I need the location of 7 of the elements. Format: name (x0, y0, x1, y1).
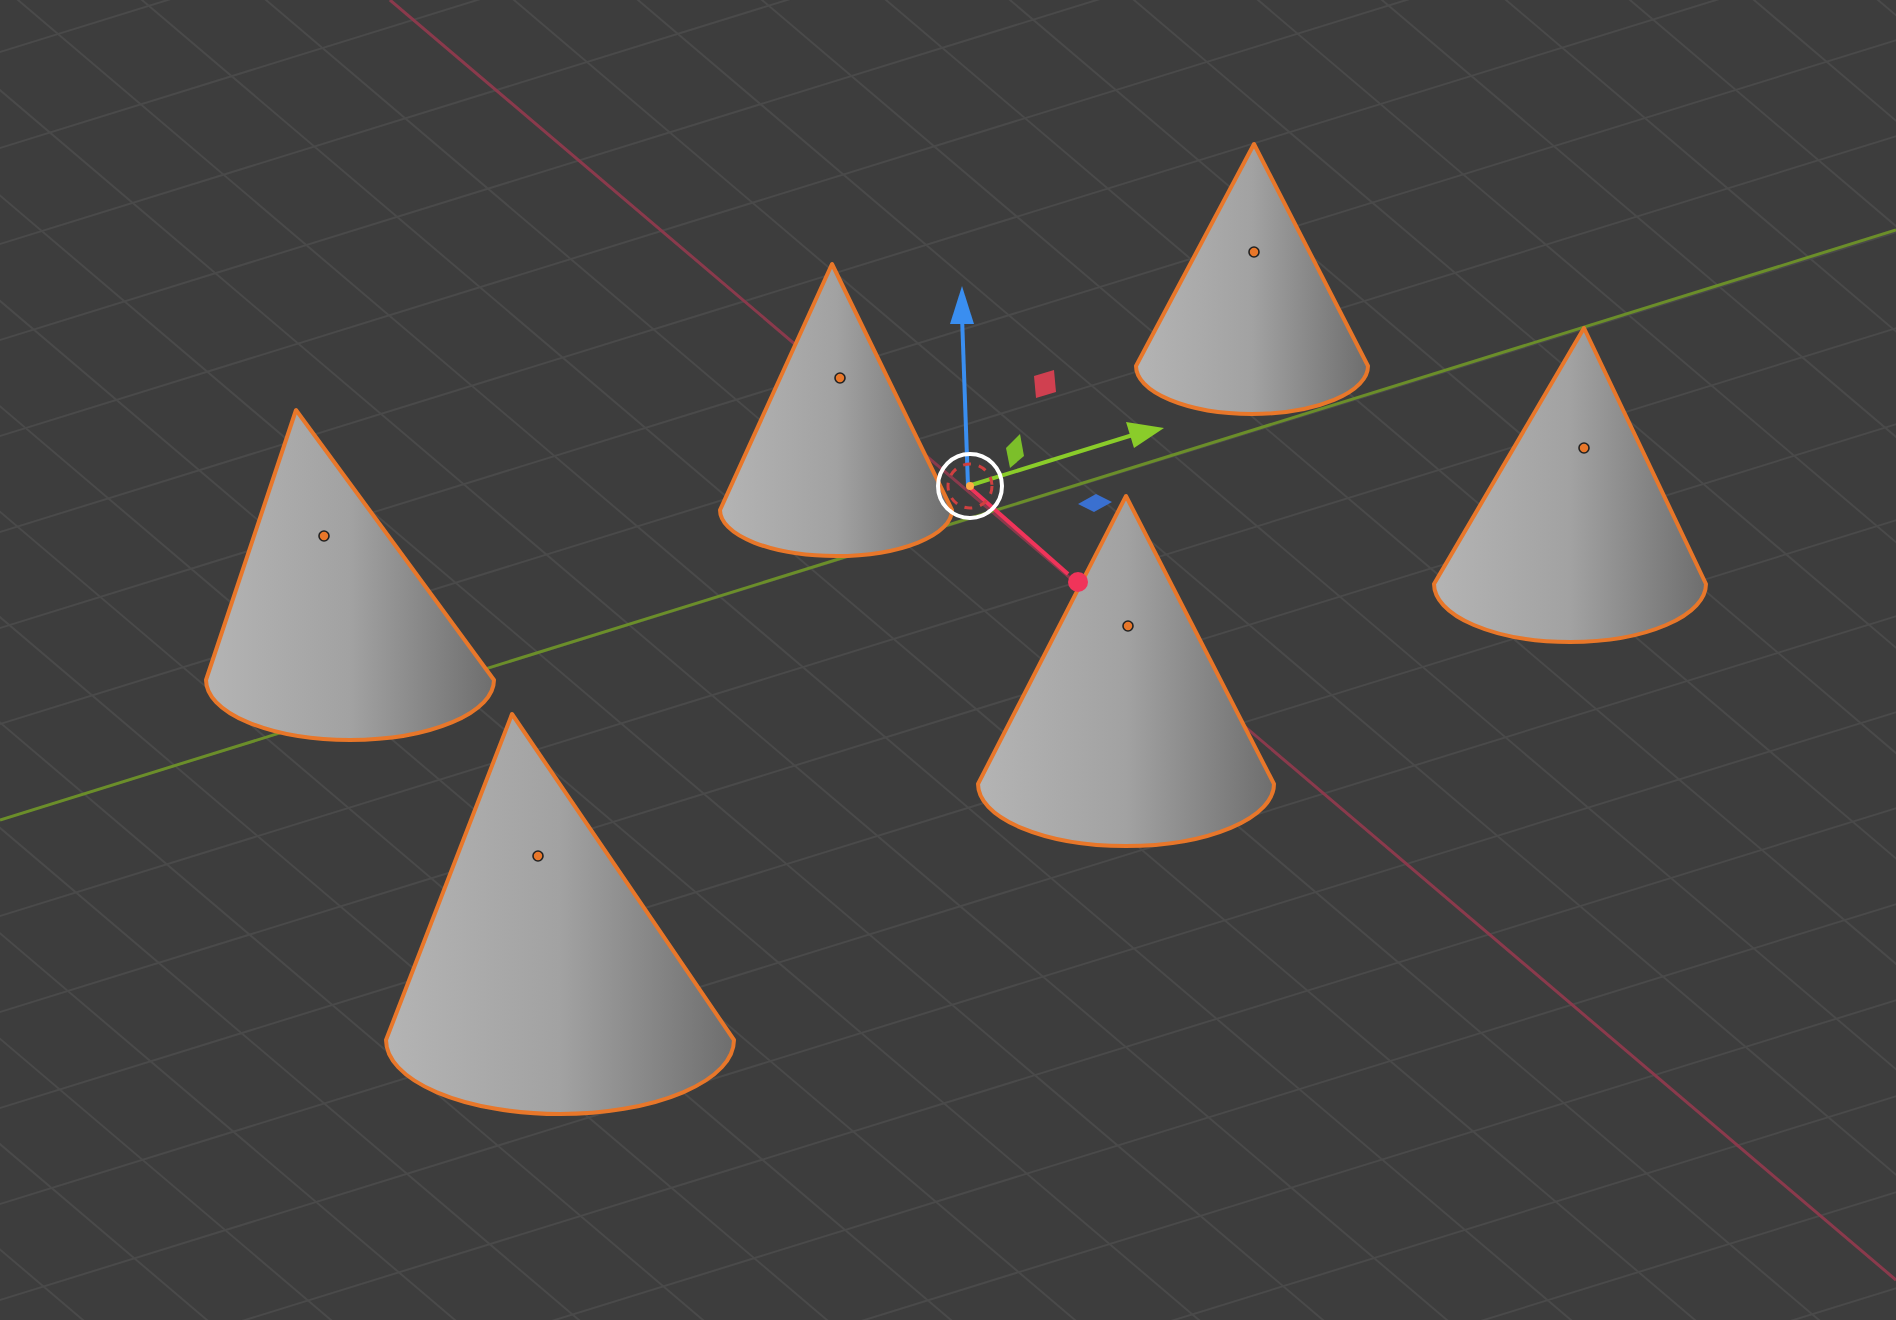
cone-object[interactable] (384, 712, 736, 1116)
cone-object[interactable] (1134, 142, 1370, 416)
transform-gizmo-drawing[interactable] (936, 286, 1164, 592)
cone-object[interactable] (718, 262, 954, 558)
cone-object[interactable] (204, 408, 496, 742)
cone-object[interactable] (976, 494, 1276, 848)
cone-object[interactable] (1432, 326, 1708, 644)
